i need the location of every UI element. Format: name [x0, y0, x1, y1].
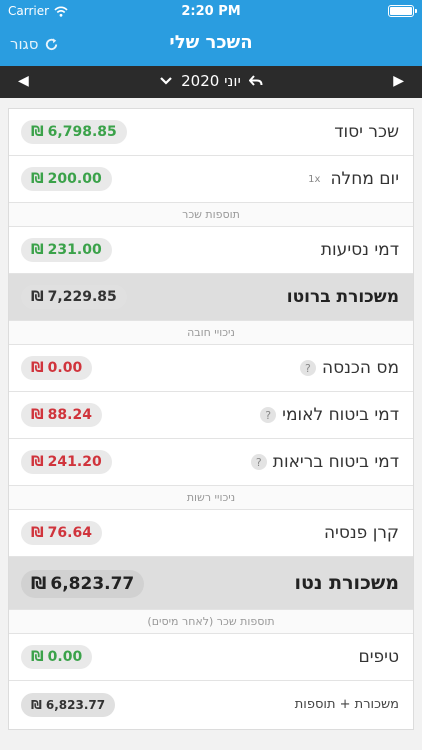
row-pension[interactable]: קרן פנסיה ₪ 76.64 — [9, 510, 413, 557]
shekel-symbol: ₪ — [31, 171, 44, 187]
shekel-symbol: ₪ — [31, 698, 42, 712]
net-label: משכורת נטו — [294, 572, 399, 594]
gross-amount: ₪ 7,229.85 — [21, 285, 127, 309]
section-header-optional: ניכויי רשות — [9, 486, 413, 510]
sick-day-amount: ₪ 200.00 — [21, 167, 112, 191]
health-insurance-amount: ₪ 241.20 — [21, 450, 112, 474]
row-income-tax[interactable]: מס הכנסה? ₪ 0.00 — [9, 345, 413, 392]
chevron-down-icon[interactable] — [159, 76, 173, 86]
net-plus-amount: ₪ 6,823.77 — [21, 693, 116, 717]
help-icon[interactable]: ? — [299, 360, 316, 376]
tips-amount: ₪ 0.00 — [21, 645, 93, 669]
row-tips[interactable]: טיפים ₪ 0.00 — [9, 634, 413, 681]
shekel-symbol: ₪ — [31, 124, 44, 140]
net-plus-label: משכורת + תוספות — [294, 697, 399, 712]
next-month-arrow-icon[interactable]: ▶ — [393, 73, 404, 89]
row-gross-salary: משכורת ברוטו ₪ 7,229.85 — [9, 274, 413, 321]
sick-day-label: יום מחלה — [330, 169, 399, 189]
row-national-insurance[interactable]: דמי ביטוח לאומי? ₪ 88.24 — [9, 392, 413, 439]
shekel-symbol: ₪ — [31, 454, 44, 470]
month-selector: ◀ יוני 2020 ▶ — [0, 66, 422, 98]
shekel-symbol: ₪ — [31, 525, 44, 541]
row-sick-day[interactable]: יום מחלה 1x ₪ 200.00 — [9, 156, 413, 203]
shekel-symbol: ₪ — [31, 360, 44, 376]
national-insurance-label: דמי ביטוח לאומי — [282, 405, 399, 425]
help-icon[interactable]: ? — [250, 454, 267, 470]
shekel-symbol: ₪ — [31, 574, 47, 594]
page-title: השכר שלי — [169, 32, 253, 53]
nav-bar: סגור השכר שלי — [0, 22, 422, 66]
battery-icon — [388, 5, 417, 17]
gross-label: משכורת ברוטו — [286, 287, 399, 307]
health-insurance-label: דמי ביטוח בריאות — [272, 452, 399, 472]
shekel-symbol: ₪ — [31, 649, 44, 665]
base-salary-amount: ₪ 6,798.85 — [21, 120, 127, 144]
shekel-symbol: ₪ — [31, 407, 44, 423]
section-header-additions: תוספות שכר — [9, 203, 413, 227]
row-net-plus-additions: משכורת + תוספות ₪ 6,823.77 — [9, 681, 413, 729]
section-header-mandatory: ניכויי חובה — [9, 321, 413, 345]
net-amount: ₪ 6,823.77 — [21, 570, 145, 598]
base-salary-label: שכר יסוד — [334, 122, 399, 142]
row-travel[interactable]: דמי נסיעות ₪ 231.00 — [9, 227, 413, 274]
sick-day-multiplier: 1x — [308, 173, 321, 185]
shekel-symbol: ₪ — [31, 289, 44, 305]
reply-arrow-icon[interactable] — [248, 75, 263, 87]
status-bar: Carrier 2:20 PM — [0, 0, 422, 22]
national-insurance-amount: ₪ 88.24 — [21, 403, 102, 427]
income-tax-label: מס הכנסה — [321, 358, 399, 378]
salary-list: שכר יסוד ₪ 6,798.85 יום מחלה 1x ₪ 200.00 תו… — [8, 108, 414, 730]
help-icon[interactable]: ? — [260, 407, 277, 423]
section-header-after-tax: תוספות שכר (לאחר מיסים) — [9, 610, 413, 634]
clock: 2:20 PM — [181, 4, 241, 19]
month-label[interactable]: יוני 2020 — [181, 72, 241, 90]
income-tax-amount: ₪ 0.00 — [21, 356, 93, 380]
row-health-insurance[interactable]: דמי ביטוח בריאות? ₪ 241.20 — [9, 439, 413, 486]
tips-label: טיפים — [358, 647, 399, 667]
pension-label: קרן פנסיה — [323, 523, 399, 543]
travel-label: דמי נסיעות — [320, 240, 399, 260]
row-net-salary: משכורת נטו ₪ 6,823.77 — [9, 557, 413, 610]
travel-amount: ₪ 231.00 — [21, 238, 112, 262]
pension-amount: ₪ 76.64 — [21, 521, 102, 545]
row-base-salary[interactable]: שכר יסוד ₪ 6,798.85 — [9, 109, 413, 156]
shekel-symbol: ₪ — [31, 242, 44, 258]
